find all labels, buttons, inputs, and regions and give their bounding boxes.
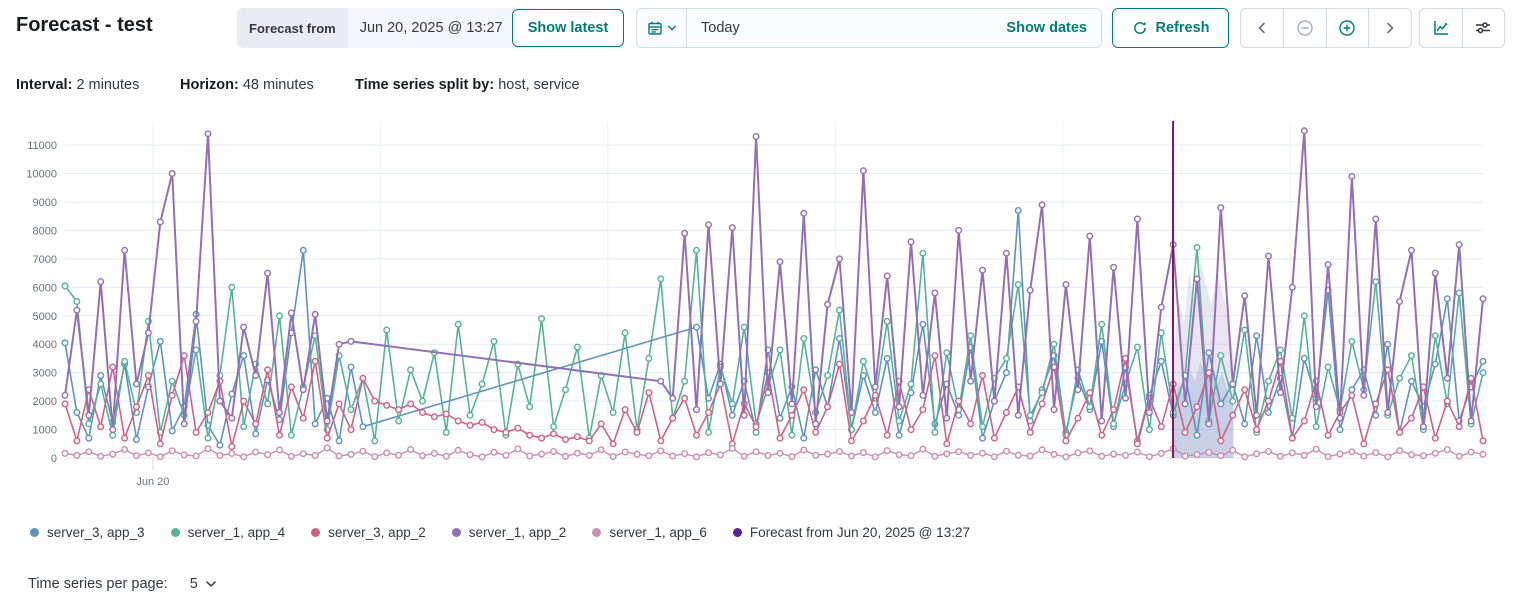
legend-item[interactable]: server_3, app_2 [311,525,426,540]
date-range-value[interactable]: Today [687,20,1006,36]
legend-item[interactable]: server_1, app_4 [171,525,286,540]
page-size-label: Time series per page: [28,576,168,592]
svg-text:1000: 1000 [33,425,57,437]
zoom-in-button[interactable] [1326,9,1369,47]
calendar-icon [647,20,663,36]
svg-text:5000: 5000 [33,311,57,323]
svg-text:2000: 2000 [33,396,57,408]
svg-text:0: 0 [51,453,57,465]
svg-text:7000: 7000 [33,254,57,266]
refresh-icon [1132,20,1148,36]
refresh-button[interactable]: Refresh [1112,8,1229,48]
svg-text:11000: 11000 [27,140,57,152]
page-title: Forecast - test [16,14,153,37]
chart-nav-group [1240,8,1412,48]
svg-text:Jun 20: Jun 20 [136,476,169,488]
pan-right-button[interactable] [1368,9,1411,47]
chart-settings-button[interactable] [1462,9,1505,47]
legend-dot [30,528,39,537]
minus-circle-icon [1296,19,1314,37]
show-dates-button[interactable]: Show dates [1006,20,1101,36]
legend-dot [733,528,742,537]
pan-left-button[interactable] [1241,9,1283,47]
svg-text:10000: 10000 [26,169,57,181]
legend-item[interactable]: server_1, app_6 [592,525,707,540]
chart-type-button[interactable] [1420,9,1462,47]
forecast-from-label: Forecast from [237,8,348,48]
svg-text:9000: 9000 [33,197,57,209]
interval-info: Interval: 2 minutes [16,77,139,93]
chevron-down-icon [205,578,217,590]
timeseries-chart[interactable]: 0 1000 2000 3000 4000 5000 6000 7000 8000 9000 100… [0,118,1524,510]
legend-dot [171,528,180,537]
legend-dot [592,528,601,537]
svg-text:4000: 4000 [33,339,57,351]
chart-canvas[interactable]: 0 1000 2000 3000 4000 5000 6000 7000 8000 9000 100… [0,118,1524,510]
legend-item[interactable]: server_1, app_2 [452,525,567,540]
forecast-from-value: Jun 20, 2025 @ 13:27 [360,20,503,36]
line-chart-icon [1432,19,1450,37]
svg-text:3000: 3000 [33,368,57,380]
chevron-down-icon [667,23,677,33]
svg-text:8000: 8000 [33,225,57,237]
legend-dot [311,528,320,537]
plus-circle-icon [1338,19,1356,37]
legend-item-forecast[interactable]: Forecast from Jun 20, 2025 @ 13:27 [733,525,970,540]
chevron-left-icon [1255,21,1269,35]
page-size-select[interactable]: 5 [190,576,217,592]
sliders-icon [1474,19,1492,37]
date-picker: Today Show dates [636,8,1102,48]
refresh-label: Refresh [1156,20,1210,36]
svg-text:6000: 6000 [33,282,57,294]
quick-select-button[interactable] [637,9,687,47]
zoom-out-button[interactable] [1283,9,1326,47]
split-info: Time series split by: host, service [355,77,580,93]
horizon-info: Horizon: 48 minutes [180,77,314,93]
chart-view-group [1419,8,1505,48]
forecast-from-select[interactable]: Forecast from Jun 20, 2025 @ 13:27 [237,8,541,48]
legend-dot [452,528,461,537]
pagination-row: Time series per page: 5 [28,576,217,592]
show-latest-button[interactable]: Show latest [512,9,624,47]
chart-legend: server_3, app_3 server_1, app_4 server_3… [30,525,970,540]
chevron-right-icon [1383,21,1397,35]
legend-item[interactable]: server_3, app_3 [30,525,145,540]
forecast-page: Forecast - test Forecast from Jun 20, 20… [0,0,1524,609]
